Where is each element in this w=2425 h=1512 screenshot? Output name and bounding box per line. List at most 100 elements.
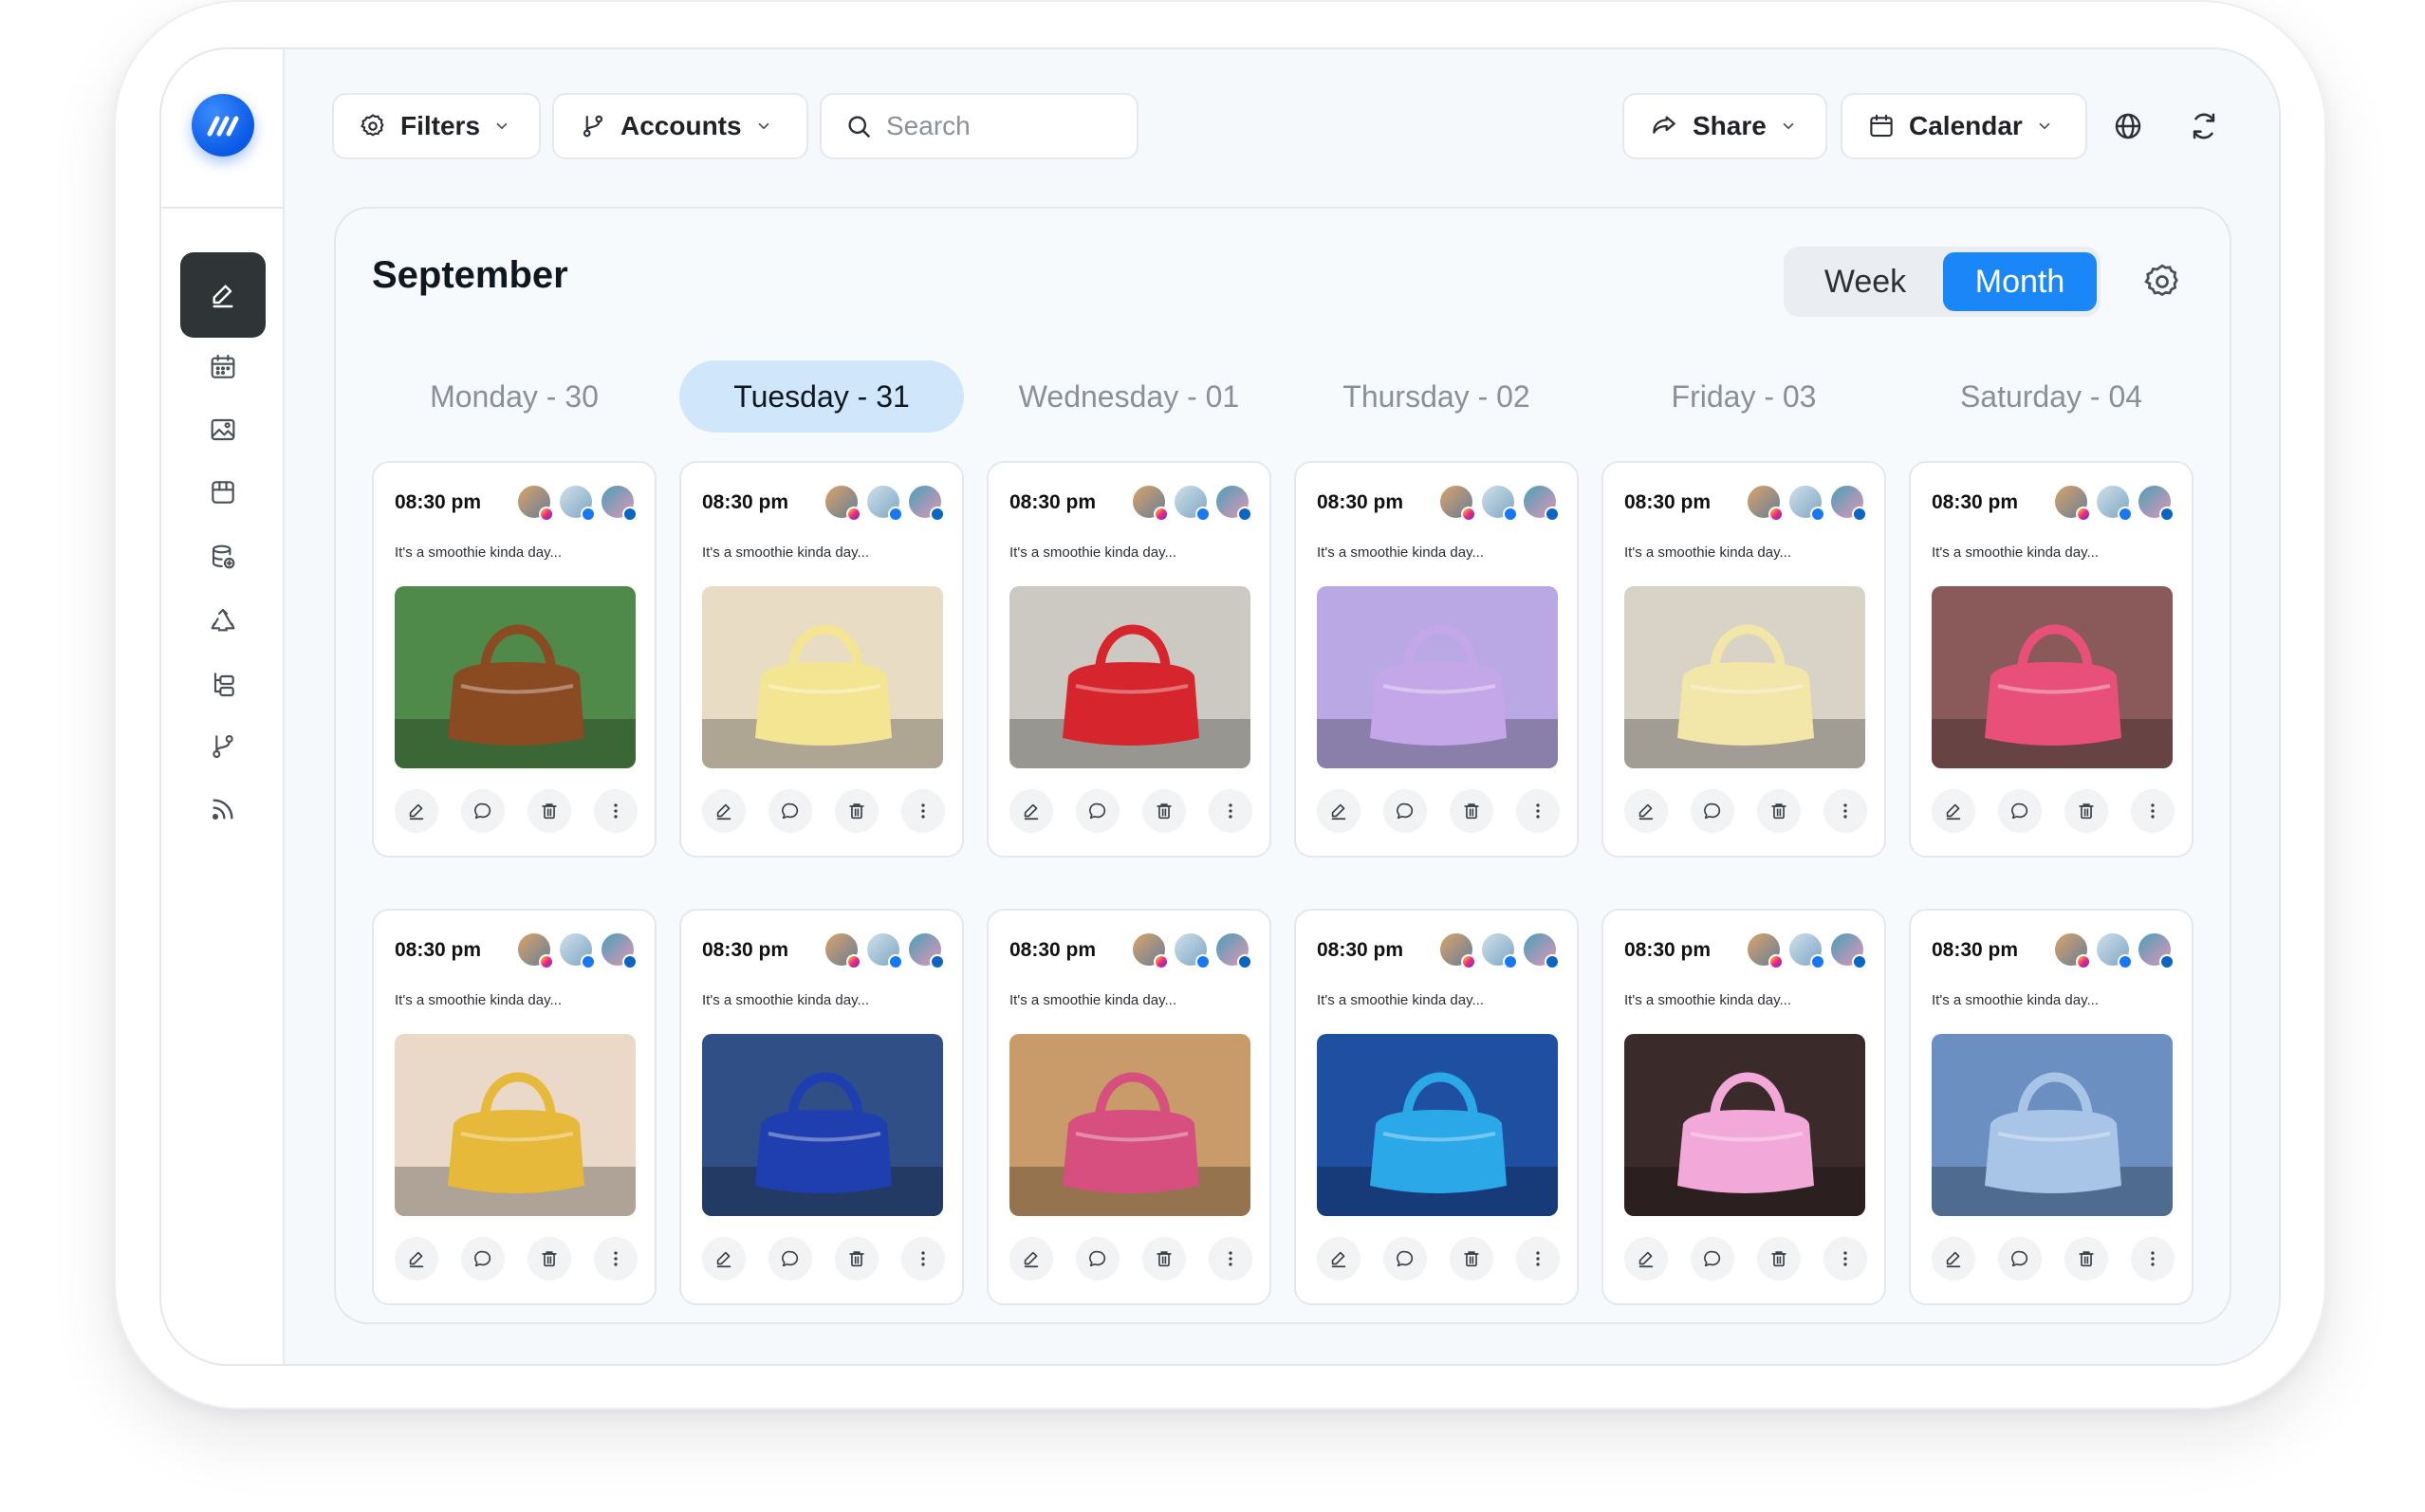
- linkedin-account-avatar[interactable]: [1829, 484, 1867, 522]
- comment-button[interactable]: [1998, 1237, 2042, 1281]
- facebook-account-avatar[interactable]: [1173, 931, 1211, 969]
- linkedin-account-avatar[interactable]: [1214, 931, 1252, 969]
- post-image[interactable]: [1009, 586, 1250, 768]
- instagram-account-avatar[interactable]: [1746, 931, 1784, 969]
- facebook-account-avatar[interactable]: [1480, 484, 1518, 522]
- sidebar-item-feeds[interactable]: [180, 766, 266, 852]
- edit-post-button[interactable]: [1624, 1237, 1668, 1281]
- day-header-monday[interactable]: Monday - 30: [372, 360, 657, 433]
- more-options-button[interactable]: [901, 789, 945, 833]
- post-card[interactable]: 08:30 pm It's a smoothie kinda day...: [679, 461, 964, 857]
- language-button[interactable]: [2106, 104, 2150, 148]
- more-options-button[interactable]: [594, 1237, 638, 1281]
- post-card[interactable]: 08:30 pm It's a smoothie kinda day...: [372, 909, 657, 1305]
- edit-post-button[interactable]: [702, 1237, 746, 1281]
- comment-button[interactable]: [1076, 1237, 1120, 1281]
- delete-post-button[interactable]: [835, 789, 879, 833]
- edit-post-button[interactable]: [702, 789, 746, 833]
- instagram-account-avatar[interactable]: [1438, 484, 1476, 522]
- week-view-button[interactable]: Week: [1789, 252, 1941, 311]
- post-image[interactable]: [1932, 586, 2173, 768]
- more-options-button[interactable]: [1209, 789, 1252, 833]
- edit-post-button[interactable]: [395, 1237, 438, 1281]
- post-card[interactable]: 08:30 pm It's a smoothie kinda day...: [1294, 461, 1579, 857]
- instagram-account-avatar[interactable]: [824, 484, 861, 522]
- instagram-account-avatar[interactable]: [516, 931, 554, 969]
- facebook-account-avatar[interactable]: [2095, 484, 2133, 522]
- post-card[interactable]: 08:30 pm It's a smoothie kinda day...: [1601, 909, 1886, 1305]
- post-card[interactable]: 08:30 pm It's a smoothie kinda day...: [1294, 909, 1579, 1305]
- accounts-button[interactable]: Accounts: [552, 93, 808, 159]
- app-logo[interactable]: [192, 94, 254, 157]
- instagram-account-avatar[interactable]: [824, 931, 861, 969]
- facebook-account-avatar[interactable]: [1787, 931, 1825, 969]
- post-image[interactable]: [1624, 1034, 1865, 1216]
- delete-post-button[interactable]: [1450, 1237, 1493, 1281]
- edit-post-button[interactable]: [1317, 789, 1361, 833]
- facebook-account-avatar[interactable]: [1480, 931, 1518, 969]
- facebook-account-avatar[interactable]: [865, 484, 903, 522]
- day-header-thursday[interactable]: Thursday - 02: [1294, 360, 1579, 433]
- post-image[interactable]: [395, 586, 636, 768]
- day-header-tuesday[interactable]: Tuesday - 31: [679, 360, 964, 433]
- more-options-button[interactable]: [1516, 1237, 1560, 1281]
- share-button[interactable]: Share: [1622, 93, 1827, 159]
- edit-post-button[interactable]: [1009, 789, 1053, 833]
- post-image[interactable]: [395, 1034, 636, 1216]
- linkedin-account-avatar[interactable]: [907, 931, 945, 969]
- edit-post-button[interactable]: [1932, 1237, 1975, 1281]
- linkedin-account-avatar[interactable]: [2137, 484, 2175, 522]
- calendar-settings-button[interactable]: [2138, 258, 2186, 305]
- delete-post-button[interactable]: [1757, 1237, 1801, 1281]
- post-card[interactable]: 08:30 pm It's a smoothie kinda day...: [679, 909, 964, 1305]
- linkedin-account-avatar[interactable]: [907, 484, 945, 522]
- facebook-account-avatar[interactable]: [1173, 484, 1211, 522]
- comment-button[interactable]: [1076, 789, 1120, 833]
- search-input[interactable]: Search: [820, 93, 1138, 159]
- delete-post-button[interactable]: [528, 1237, 571, 1281]
- edit-post-button[interactable]: [1009, 1237, 1053, 1281]
- delete-post-button[interactable]: [2064, 1237, 2108, 1281]
- more-options-button[interactable]: [2131, 789, 2175, 833]
- instagram-account-avatar[interactable]: [2053, 484, 2091, 522]
- instagram-account-avatar[interactable]: [2053, 931, 2091, 969]
- delete-post-button[interactable]: [2064, 789, 2108, 833]
- facebook-account-avatar[interactable]: [2095, 931, 2133, 969]
- post-card[interactable]: 08:30 pm It's a smoothie kinda day...: [1909, 461, 2194, 857]
- more-options-button[interactable]: [594, 789, 638, 833]
- day-header-saturday[interactable]: Saturday - 04: [1909, 360, 2194, 433]
- post-image[interactable]: [1009, 1034, 1250, 1216]
- instagram-account-avatar[interactable]: [1746, 484, 1784, 522]
- comment-button[interactable]: [1383, 1237, 1427, 1281]
- post-image[interactable]: [1317, 1034, 1558, 1216]
- comment-button[interactable]: [1383, 789, 1427, 833]
- post-image[interactable]: [702, 1034, 943, 1216]
- more-options-button[interactable]: [1823, 1237, 1867, 1281]
- post-image[interactable]: [1932, 1034, 2173, 1216]
- linkedin-account-avatar[interactable]: [600, 484, 638, 522]
- delete-post-button[interactable]: [1757, 789, 1801, 833]
- more-options-button[interactable]: [1823, 789, 1867, 833]
- delete-post-button[interactable]: [1142, 789, 1186, 833]
- post-card[interactable]: 08:30 pm It's a smoothie kinda day...: [987, 461, 1271, 857]
- comment-button[interactable]: [461, 1237, 505, 1281]
- comment-button[interactable]: [1691, 789, 1734, 833]
- refresh-button[interactable]: [2182, 104, 2226, 148]
- linkedin-account-avatar[interactable]: [1829, 931, 1867, 969]
- facebook-account-avatar[interactable]: [558, 931, 596, 969]
- edit-post-button[interactable]: [1624, 789, 1668, 833]
- linkedin-account-avatar[interactable]: [600, 931, 638, 969]
- comment-button[interactable]: [1691, 1237, 1734, 1281]
- post-card[interactable]: 08:30 pm It's a smoothie kinda day...: [1909, 909, 2194, 1305]
- comment-button[interactable]: [768, 789, 812, 833]
- delete-post-button[interactable]: [528, 789, 571, 833]
- comment-button[interactable]: [461, 789, 505, 833]
- post-image[interactable]: [1317, 586, 1558, 768]
- instagram-account-avatar[interactable]: [1438, 931, 1476, 969]
- comment-button[interactable]: [1998, 789, 2042, 833]
- filters-button[interactable]: Filters: [332, 93, 541, 159]
- more-options-button[interactable]: [1209, 1237, 1252, 1281]
- day-header-friday[interactable]: Friday - 03: [1601, 360, 1886, 433]
- post-card[interactable]: 08:30 pm It's a smoothie kinda day...: [372, 461, 657, 857]
- edit-post-button[interactable]: [1317, 1237, 1361, 1281]
